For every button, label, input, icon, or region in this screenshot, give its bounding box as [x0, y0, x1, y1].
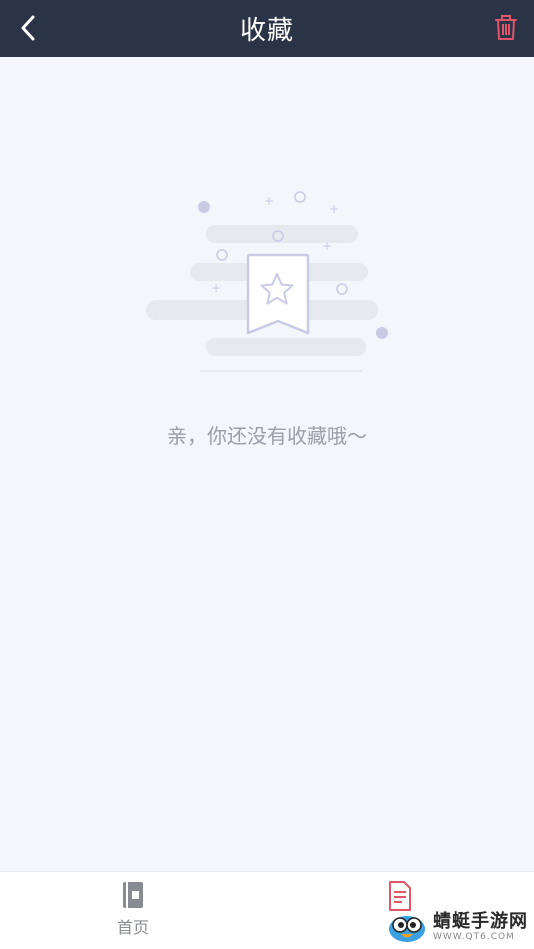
svg-text:+: +	[264, 194, 274, 208]
back-button[interactable]	[10, 10, 46, 46]
app-header: 收藏	[0, 0, 534, 57]
chevron-left-icon	[21, 15, 35, 41]
watermark-name: 蜻蜓手游网	[433, 911, 528, 932]
tab-home-label: 首页	[116, 918, 149, 937]
svg-text:+: +	[211, 281, 221, 295]
empty-illustration: + + + +	[140, 185, 400, 380]
delete-button[interactable]	[490, 12, 522, 44]
book-icon	[123, 882, 143, 908]
page-title: 收藏	[239, 16, 294, 46]
watermark-logo: 蜻蜓手游网 WWW.QT6.COM	[385, 909, 528, 945]
dragonfly-logo-icon	[389, 916, 425, 942]
empty-message: 亲，你还没有收藏哦～	[167, 424, 367, 448]
bookmark-star-icon: + + + +	[146, 191, 388, 372]
watermark-url: WWW.QT6.COM	[433, 932, 515, 942]
trash-icon	[495, 15, 517, 40]
document-icon	[389, 881, 411, 911]
svg-text:+: +	[329, 202, 339, 216]
tab-home[interactable]: 首页	[98, 880, 168, 942]
svg-text:+: +	[322, 239, 332, 253]
